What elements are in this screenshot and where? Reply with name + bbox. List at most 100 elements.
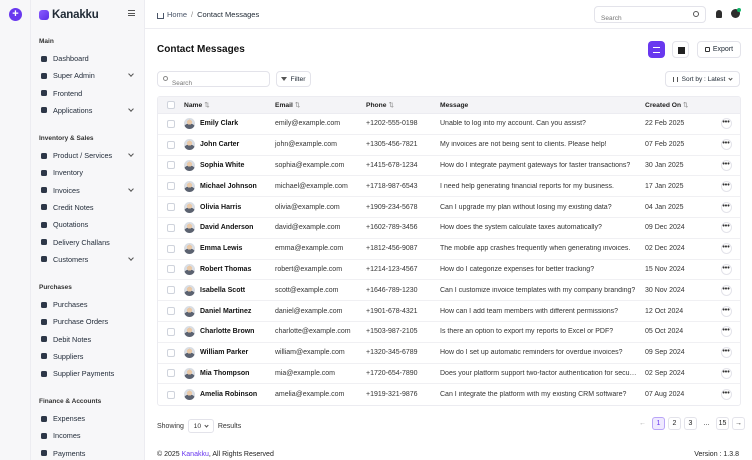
export-button[interactable]: Export xyxy=(697,41,741,58)
contact-name[interactable]: Charlotte Brown xyxy=(200,328,254,335)
contact-name[interactable]: Amelia Robinson xyxy=(200,391,257,398)
brand-name: Kanakku xyxy=(52,9,99,21)
row-checkbox[interactable] xyxy=(167,307,175,316)
sidebar-item-incomes[interactable]: Incomes xyxy=(41,429,137,442)
search-icon[interactable] xyxy=(693,11,699,17)
row-checkbox[interactable] xyxy=(167,327,175,336)
more-options-icon[interactable]: ••• xyxy=(720,118,732,130)
menu-toggle-icon[interactable] xyxy=(128,10,135,16)
more-options-icon[interactable]: ••• xyxy=(720,139,732,151)
per-page-select[interactable]: 10 xyxy=(187,419,214,433)
more-options-icon[interactable]: ••• xyxy=(720,367,732,379)
contact-name[interactable]: Emma Lewis xyxy=(200,245,242,252)
actions-cell: ••• xyxy=(713,243,739,255)
row-checkbox[interactable] xyxy=(167,182,175,191)
sidebar-item-quotations[interactable]: Quotations xyxy=(41,218,137,231)
more-options-icon[interactable]: ••• xyxy=(720,263,732,275)
col-created-label: Created On xyxy=(645,102,682,109)
contact-name[interactable]: Olivia Harris xyxy=(200,204,241,211)
prev-page-button[interactable]: ← xyxy=(636,417,649,430)
sidebar-item-dashboard[interactable]: Dashboard xyxy=(41,52,137,65)
row-checkbox[interactable] xyxy=(167,119,175,128)
filter-button[interactable]: Filter xyxy=(276,71,311,87)
sidebar-item-purchases[interactable]: Purchases xyxy=(41,298,137,311)
row-checkbox[interactable] xyxy=(167,369,175,378)
message-cell: Does your platform support two-factor au… xyxy=(440,369,643,377)
more-options-icon[interactable]: ••• xyxy=(720,180,732,192)
sidebar-item-customers[interactable]: Customers xyxy=(41,253,137,266)
sidebar-item-suppliers[interactable]: Suppliers xyxy=(41,350,137,363)
sidebar-item-frontend[interactable]: Frontend xyxy=(41,87,137,100)
row-checkbox[interactable] xyxy=(167,140,175,149)
name-cell: Robert Thomas xyxy=(184,263,275,275)
sidebar-item-label: Debit Notes xyxy=(53,334,92,344)
row-checkbox[interactable] xyxy=(167,348,175,357)
select-all-checkbox[interactable] xyxy=(167,101,175,109)
more-options-icon[interactable]: ••• xyxy=(720,389,732,401)
grid-view-button[interactable] xyxy=(672,41,689,58)
more-options-icon[interactable]: ••• xyxy=(720,201,732,213)
row-checkbox[interactable] xyxy=(167,161,175,170)
row-checkbox[interactable] xyxy=(167,265,175,274)
sidebar-item-invoices[interactable]: Invoices xyxy=(41,184,137,197)
contact-name[interactable]: William Parker xyxy=(200,349,248,356)
col-phone[interactable]: Phone ⇅ xyxy=(366,101,440,109)
contact-name[interactable]: Sophia White xyxy=(200,162,244,169)
row-checkbox[interactable] xyxy=(167,286,175,295)
list-view-button[interactable] xyxy=(648,41,665,58)
sidebar-item-expenses[interactable]: Expenses xyxy=(41,412,137,425)
more-options-icon[interactable]: ••• xyxy=(720,305,732,317)
contact-name[interactable]: David Anderson xyxy=(200,224,253,231)
notification-bell-icon[interactable] xyxy=(716,10,722,18)
contact-name[interactable]: Emily Clark xyxy=(200,120,238,127)
more-options-icon[interactable]: ••• xyxy=(720,347,732,359)
sidebar-item-product-services[interactable]: Product / Services xyxy=(41,149,137,162)
contact-name[interactable]: Mia Thompson xyxy=(200,370,249,377)
table-search-input[interactable] xyxy=(158,76,258,91)
page-button-15[interactable]: 15 xyxy=(716,417,729,430)
row-checkbox[interactable] xyxy=(167,223,175,232)
sidebar-item-credit-notes[interactable]: Credit Notes xyxy=(41,201,137,214)
more-options-icon[interactable]: ••• xyxy=(720,243,732,255)
copyright-brand-link[interactable]: Kanakku xyxy=(182,451,209,458)
next-page-button[interactable]: → xyxy=(732,417,745,430)
breadcrumb-home[interactable]: Home xyxy=(167,10,187,19)
actions-cell: ••• xyxy=(713,347,739,359)
more-options-icon[interactable]: ••• xyxy=(720,159,732,171)
row-checkbox[interactable] xyxy=(167,203,175,212)
sidebar-item-debit-notes[interactable]: Debit Notes xyxy=(41,333,137,346)
col-name[interactable]: Name ⇅ xyxy=(184,101,275,110)
sidebar-item-supplier-payments[interactable]: Supplier Payments xyxy=(41,367,137,380)
sidebar-item-super-admin[interactable]: Super Admin xyxy=(41,69,137,82)
col-email[interactable]: Email ⇅ xyxy=(275,101,366,109)
page-button-3[interactable]: 3 xyxy=(684,417,697,430)
sidebar-item-inventory[interactable]: Inventory xyxy=(41,166,137,179)
row-checkbox[interactable] xyxy=(167,390,175,399)
row-checkbox[interactable] xyxy=(167,244,175,253)
phone-cell: +1320-345-6789 xyxy=(366,349,418,357)
phone-cell: +1415-678-1234 xyxy=(366,161,418,169)
brand-logo[interactable]: Kanakku xyxy=(39,8,99,22)
col-created-on[interactable]: Created On ⇅ xyxy=(645,101,713,109)
page-button-2[interactable]: 2 xyxy=(668,417,681,430)
sidebar-item-payments[interactable]: Payments xyxy=(41,447,137,460)
sidebar-item-applications[interactable]: Applications xyxy=(41,104,137,117)
add-icon[interactable]: + xyxy=(9,8,22,21)
contact-name[interactable]: John Carter xyxy=(200,141,239,148)
table-row: Olivia Harris olivia@example.com +1909-234… xyxy=(158,197,740,218)
contact-name[interactable]: Isabella Scott xyxy=(200,287,245,294)
contact-name[interactable]: Robert Thomas xyxy=(200,266,251,273)
table-search xyxy=(157,71,270,91)
sidebar-item-delivery-challans[interactable]: Delivery Challans xyxy=(41,236,137,249)
more-options-icon[interactable]: ••• xyxy=(720,326,732,338)
sort-dropdown[interactable]: Sort by : Latest xyxy=(665,71,740,87)
table-row: Sophia White sophia@example.com +1415-678-… xyxy=(158,156,740,177)
more-options-icon[interactable]: ••• xyxy=(720,222,732,234)
contact-name[interactable]: Daniel Martinez xyxy=(200,308,251,315)
more-options-icon[interactable]: ••• xyxy=(720,284,732,296)
page-button-1[interactable]: 1 xyxy=(652,417,665,430)
row-select-cell xyxy=(158,369,184,378)
global-search-input[interactable] xyxy=(595,11,685,26)
sidebar-item-purchase-orders[interactable]: Purchase Orders xyxy=(41,315,137,328)
contact-name[interactable]: Michael Johnson xyxy=(200,183,257,190)
